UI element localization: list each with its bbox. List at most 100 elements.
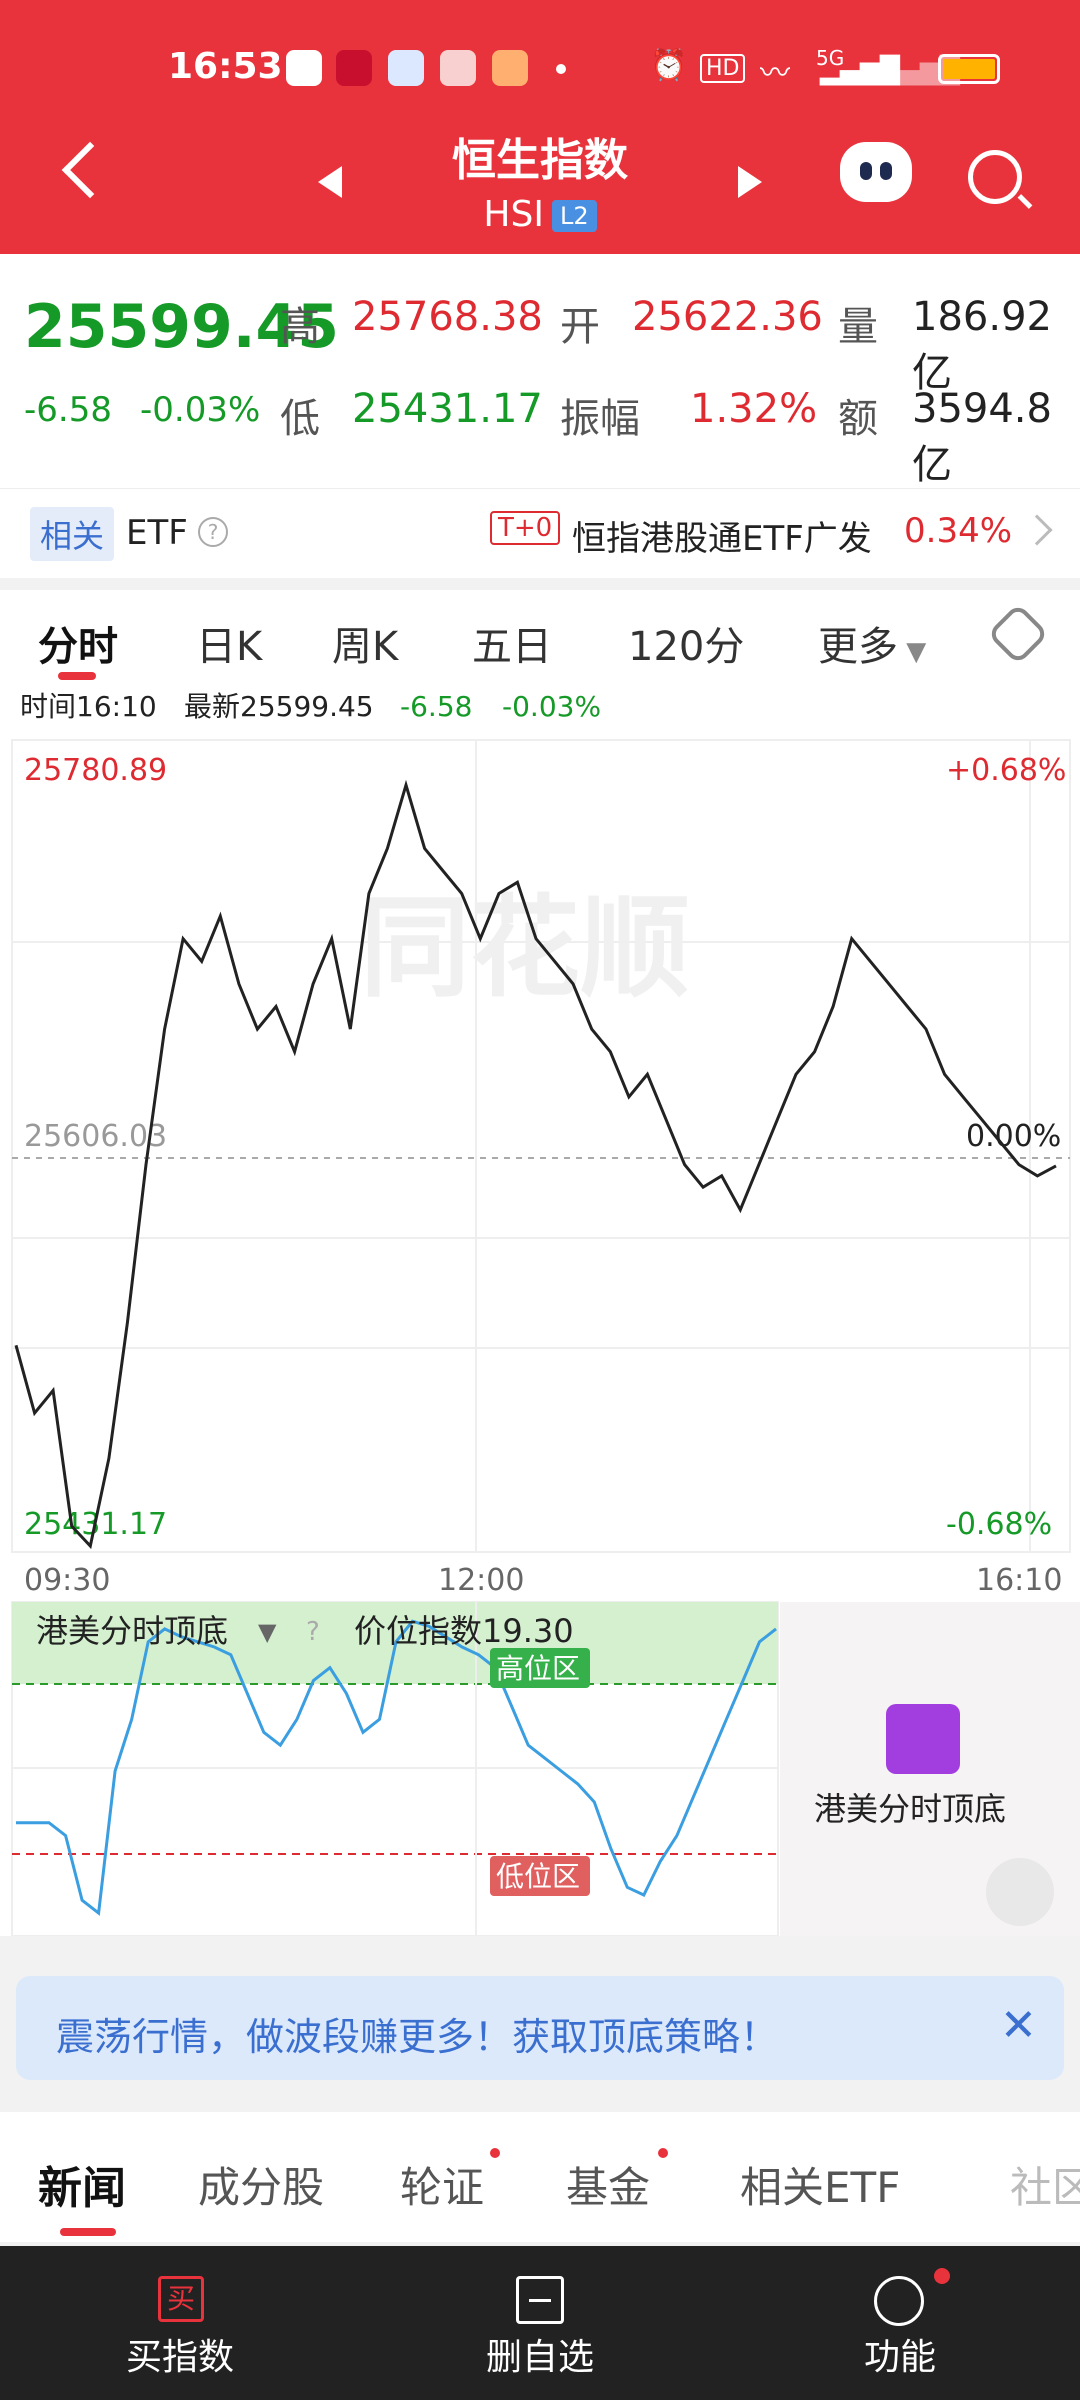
indicator-caret-icon[interactable]: ▼	[258, 1618, 277, 1646]
etf-name: 恒指港股通ETF广发	[572, 519, 872, 559]
app-icon-3	[388, 50, 424, 86]
low-value: 25431.17	[352, 386, 543, 432]
x-label-end: 16:10	[976, 1563, 1062, 1598]
tab-warrants[interactable]: 轮证	[400, 2154, 484, 2215]
main-chart-lower-frame	[11, 1237, 1071, 1553]
tab-community[interactable]: 社区	[1010, 2154, 1080, 2215]
open-label: 开	[560, 304, 600, 350]
t0-badge: T+0	[490, 511, 561, 545]
amplitude-value: 1.32%	[690, 386, 818, 432]
info-change: -6.58	[400, 690, 472, 723]
level2-badge: L2	[551, 200, 597, 232]
etf-pct: 0.34%	[904, 511, 1013, 551]
related-etf-row[interactable]: 相关 ETF ? T+0 恒指港股通ETF广发 0.34%	[0, 488, 1080, 578]
hd-icon: HD	[700, 54, 746, 83]
app-icon-2	[336, 50, 372, 86]
app-header: 16:53 ⏰ HD 〰 5G ▂▄▆█ ▂▄▆█ 恒生指数 HSI L2	[0, 0, 1080, 254]
info-time: 时间16:10	[20, 690, 157, 723]
price-change-pct: -0.03%	[140, 390, 261, 430]
tab-five-day[interactable]: 五日	[472, 614, 552, 672]
battery-icon	[938, 54, 1000, 84]
high-zone-label: 高位区	[496, 1652, 580, 1685]
low-zone-label: 低位区	[496, 1860, 580, 1893]
expand-icon[interactable]	[986, 1858, 1054, 1926]
indicator-index-label: 价位指数19.30	[354, 1612, 574, 1650]
tab-weekly-k[interactable]: 周K	[332, 614, 398, 672]
volume-label: 量	[838, 304, 878, 350]
amount-label: 额	[838, 396, 878, 442]
alarm-icon: ⏰	[650, 48, 688, 83]
indicator-help-icon[interactable]: ?	[306, 1617, 320, 1647]
app-icon-4	[440, 50, 476, 86]
index-code: HSI L2	[0, 194, 1080, 235]
funds-dot	[658, 2148, 668, 2158]
remove-watchlist-button[interactable]: 删自选	[360, 2246, 720, 2400]
indicator-promo-icon	[886, 1704, 960, 1774]
promo-banner-text: 震荡行情，做波段赚更多！获取顶底策略！	[56, 2015, 779, 2059]
chevron-right-icon	[1021, 514, 1053, 546]
functions-button[interactable]: 功能	[720, 2246, 1080, 2400]
open-value: 25622.36	[632, 294, 823, 340]
amount-value: 3594.8亿	[912, 386, 1052, 488]
app-icon-5	[492, 50, 528, 86]
low-label: 低	[280, 396, 320, 442]
active-tab-indicator	[58, 672, 96, 680]
search-icon[interactable]	[968, 150, 1022, 204]
tab-constituents[interactable]: 成分股	[198, 2154, 324, 2215]
app-icon-1	[286, 50, 322, 86]
remove-watchlist-icon	[516, 2276, 564, 2324]
promo-banner[interactable]: 震荡行情，做波段赚更多！获取顶底策略！ ✕	[16, 1976, 1064, 2080]
indicator-name[interactable]: 港美分时顶底	[36, 1612, 228, 1650]
warrants-dot	[490, 2148, 500, 2158]
y-max-label: 25780.89	[24, 753, 167, 788]
more-notifications-dot	[556, 64, 566, 74]
buy-index-label: 买指数	[125, 2337, 234, 2378]
functions-label: 功能	[863, 2337, 936, 2378]
next-index-icon[interactable]	[738, 166, 762, 198]
tab-intraday[interactable]: 分时	[38, 614, 118, 672]
chart-area: 时间16:10 最新25599.45 -6.58 -0.03% 同花顺 2578…	[0, 686, 1080, 1936]
settings-hex-icon[interactable]	[986, 602, 1050, 666]
high-label: 高	[280, 304, 320, 350]
status-time: 16:53	[168, 46, 283, 87]
volume-value: 186.92亿	[912, 294, 1052, 396]
buy-icon: 买	[158, 2276, 204, 2322]
robot-assistant-icon[interactable]	[840, 142, 912, 202]
quote-panel: 25599.45 -6.58 -0.03% 高 25768.38 开 25622…	[0, 254, 1080, 488]
related-tag: 相关	[30, 507, 115, 561]
amplitude-label: 振幅	[560, 396, 640, 442]
x-label-start: 09:30	[24, 1563, 110, 1598]
chart-svg[interactable]: 时间16:10 最新25599.45 -6.58 -0.03% 同花顺 2578…	[0, 686, 1080, 1936]
x-label-mid: 12:00	[438, 1563, 524, 1598]
content-tabs: 新闻 成分股 轮证 基金 相关ETF 社区	[0, 2112, 1080, 2242]
tab-news[interactable]: 新闻	[38, 2152, 126, 2216]
wifi-icon: 〰	[760, 56, 790, 91]
pct-bottom-label: -0.68%	[946, 1507, 1052, 1542]
tab-more[interactable]: 更多 ▼	[818, 614, 926, 672]
buy-index-button[interactable]: 买 买指数	[0, 2246, 360, 2400]
index-code-text: HSI	[483, 194, 544, 235]
high-value: 25768.38	[352, 294, 543, 340]
indicator-promo-label: 港美分时顶底	[814, 1790, 1006, 1828]
info-change-pct: -0.03%	[502, 690, 601, 723]
tab-related-etf[interactable]: 相关ETF	[740, 2154, 900, 2215]
pct-mid-label: 0.00%	[966, 1119, 1061, 1154]
tab-funds[interactable]: 基金	[566, 2154, 650, 2215]
tab-more-label: 更多	[818, 624, 898, 670]
page-title: 恒生指数	[452, 135, 628, 186]
nav-bar: 恒生指数 HSI L2	[0, 120, 1080, 250]
price-change: -6.58	[24, 390, 112, 430]
remove-watchlist-label: 删自选	[485, 2337, 594, 2378]
caret-down-icon: ▼	[898, 637, 927, 667]
functions-badge-dot	[934, 2268, 950, 2284]
tab-news-indicator	[60, 2228, 116, 2236]
tab-daily-k[interactable]: 日K	[196, 614, 262, 672]
close-icon[interactable]: ✕	[1000, 2004, 1037, 2048]
tab-120min[interactable]: 120分	[628, 614, 744, 672]
pct-top-label: +0.68%	[946, 753, 1066, 788]
etf-label: ETF	[126, 513, 188, 553]
bottom-nav: 买 买指数 删自选 功能	[0, 2246, 1080, 2400]
baseline-label: 25606.03	[24, 1119, 167, 1154]
period-tabs: 分时 日K 周K 五日 120分 更多 ▼	[0, 590, 1080, 686]
help-icon[interactable]: ?	[198, 517, 228, 547]
